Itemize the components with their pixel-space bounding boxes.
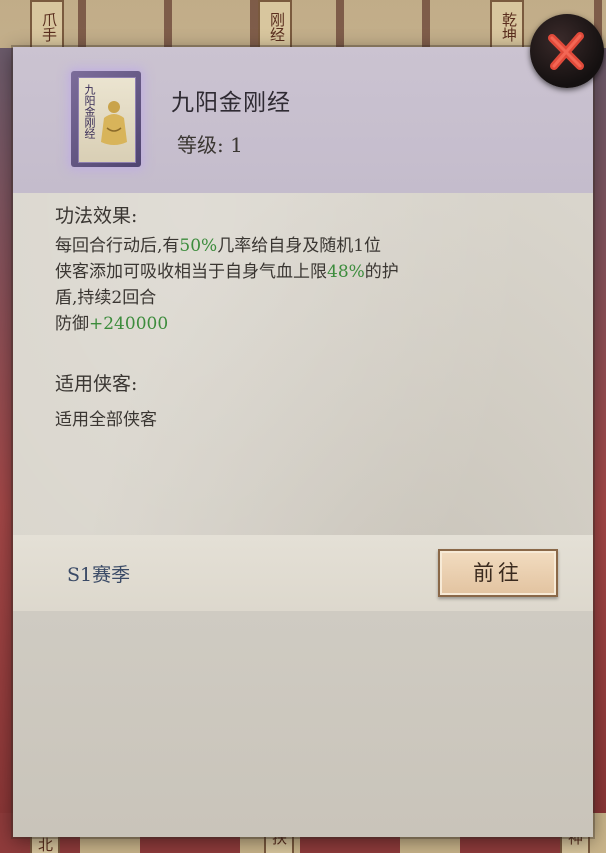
effect-text: 盾,持续2回合: [55, 288, 157, 308]
defense-bonus-value: +240000: [89, 314, 169, 334]
effect-line: 每回合行动后,有50%几率给自身及随机1位: [55, 233, 545, 259]
book-cover: 九阳金刚经: [78, 77, 136, 163]
martial-art-book-icon: 九阳金刚经: [71, 71, 141, 167]
skill-name: 九阳金刚经: [171, 90, 291, 116]
effect-section-title: 功法效果:: [55, 205, 138, 227]
close-x-icon: [548, 32, 584, 70]
level-row: 等级: 1: [177, 129, 243, 158]
background-card: 爪手: [30, 0, 64, 54]
applicable-section-title: 适用侠客:: [55, 373, 138, 395]
effect-text: 几率给自身及随机1位: [217, 236, 382, 256]
season-label: S1赛季: [67, 564, 131, 586]
applicable-heroes-text: 适用全部侠客: [55, 410, 157, 430]
skill-detail-dialog: 九阳金刚经 九阳金刚经 等级: 1 功法效果: 每回合行动后,有50%几率给自身…: [13, 47, 593, 837]
book-cover-title: 九阳金刚经: [83, 84, 96, 139]
defense-label: 防御: [55, 314, 89, 334]
effect-description: 每回合行动后,有50%几率给自身及随机1位 侠客添加可吸收相当于自身气血上限48…: [55, 233, 545, 337]
close-button[interactable]: [530, 14, 604, 88]
background-left-edge: [0, 48, 14, 813]
effect-chance-value: 50%: [179, 236, 218, 256]
goto-button[interactable]: 前往: [438, 549, 558, 597]
effect-text: 侠客添加可吸收相当于自身气血上限: [55, 262, 327, 282]
level-label: 等级:: [177, 133, 224, 157]
level-value: 1: [230, 133, 243, 157]
monk-figure-icon: [101, 101, 127, 145]
effect-line: 侠客添加可吸收相当于自身气血上限48%的护: [55, 259, 545, 285]
background-card: 刚经: [258, 0, 292, 54]
background-right-edge: [592, 48, 606, 813]
background-card: 乾坤: [490, 0, 524, 54]
effect-line: 盾,持续2回合: [55, 285, 545, 311]
effect-line: 防御+240000: [55, 311, 545, 337]
effect-text: 每回合行动后,有: [55, 236, 180, 256]
effect-text: 的护: [364, 262, 399, 282]
effect-shield-percent: 48%: [327, 262, 365, 282]
dialog-lower-area: [13, 611, 593, 837]
